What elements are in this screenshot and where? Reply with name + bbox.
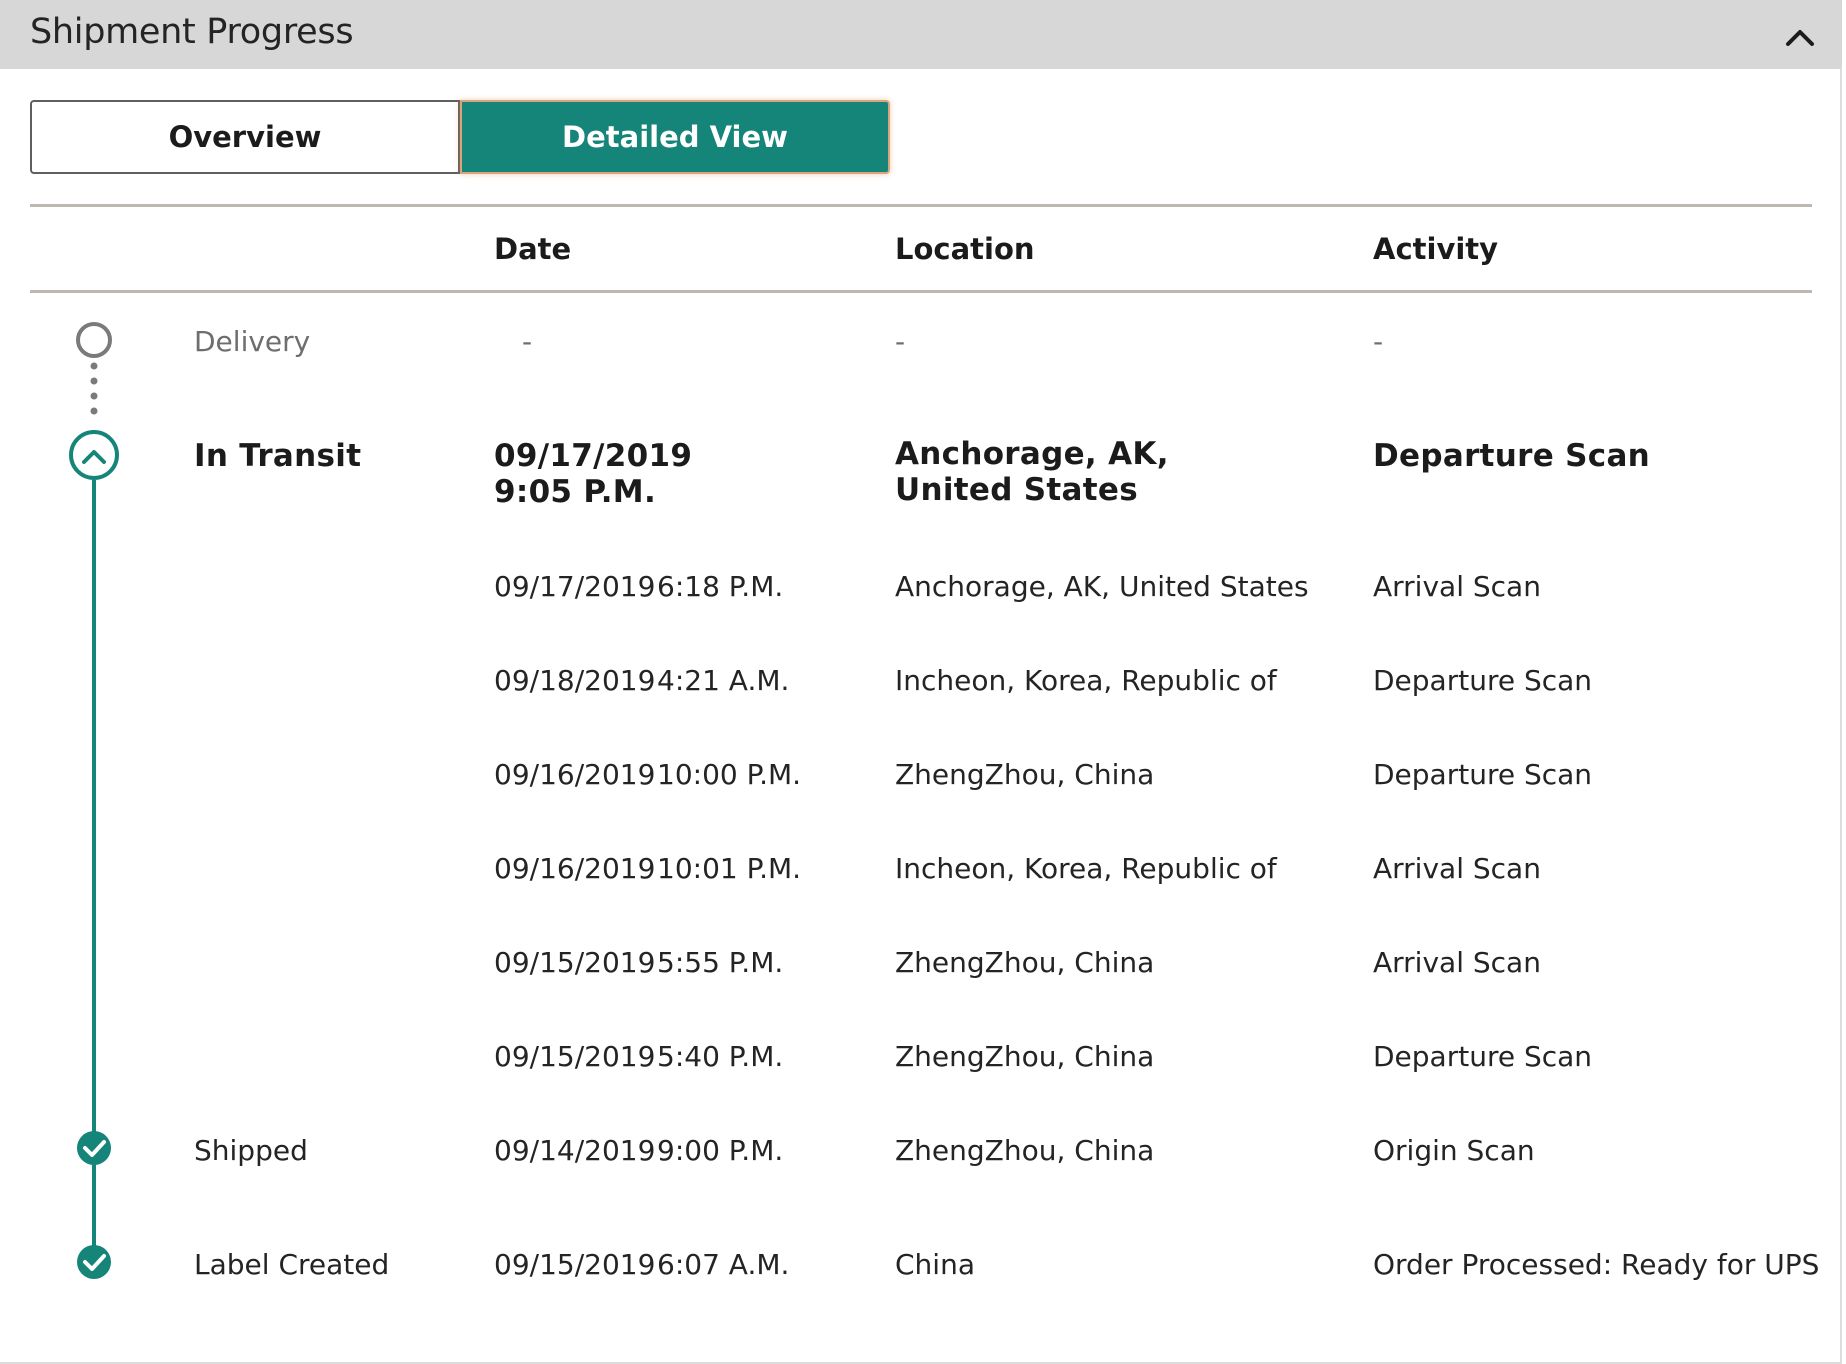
tab-detailed-view[interactable]: Detailed View — [460, 100, 890, 174]
check-circle-icon — [77, 1131, 111, 1165]
event-activity: Departure Scan — [1373, 758, 1593, 791]
event-location: Anchorage, AK, United States — [895, 570, 1309, 603]
panel-title: Shipment Progress — [30, 12, 354, 52]
shipped-time: 9:00 P.M. — [657, 1134, 784, 1167]
delivery-location: - — [895, 325, 906, 358]
event-location: ZhengZhou, China — [895, 1040, 1155, 1073]
event-date: 09/15/2019 — [494, 946, 656, 979]
in-transit-time: 9:05 P.M. — [494, 474, 657, 510]
event-time: 10:01 P.M. — [657, 852, 802, 885]
shipped-date: 09/14/2019 — [494, 1134, 656, 1167]
event-activity: Arrival Scan — [1373, 570, 1541, 603]
event-location: Incheon, Korea, Republic of — [895, 852, 1277, 885]
event-activity: Departure Scan — [1373, 1040, 1593, 1073]
table-top-divider — [30, 204, 1812, 207]
shipment-progress-panel: Shipment Progress Overview Detailed View… — [0, 0, 1842, 1364]
label-created-activity: Order Processed: Ready for UPS — [1373, 1248, 1820, 1281]
event-location: Incheon, Korea, Republic of — [895, 664, 1277, 697]
panel-header: Shipment Progress — [0, 0, 1842, 69]
event-date: 09/16/2019 — [494, 758, 656, 791]
pending-connector — [90, 362, 98, 415]
column-header-date: Date — [494, 232, 572, 266]
column-header-location: Location — [895, 232, 1035, 266]
event-location: ZhengZhou, China — [895, 758, 1155, 791]
event-date: 09/16/2019 — [494, 852, 656, 885]
chevron-up-circle-icon — [69, 430, 119, 480]
in-transit-activity: Departure Scan — [1373, 438, 1651, 474]
event-activity: Arrival Scan — [1373, 852, 1541, 885]
view-tabs: Overview Detailed View — [30, 100, 890, 174]
event-date: 09/18/2019 — [494, 664, 656, 697]
event-date: 09/17/2019 — [494, 570, 656, 603]
event-activity: Arrival Scan — [1373, 946, 1541, 979]
delivery-activity: - — [1373, 325, 1384, 358]
tab-overview[interactable]: Overview — [30, 100, 460, 174]
table-header-divider — [30, 290, 1812, 293]
event-activity: Departure Scan — [1373, 664, 1593, 697]
check-circle-icon — [77, 1245, 111, 1279]
status-label-shipped: Shipped — [194, 1134, 308, 1167]
in-transit-location: Anchorage, AK, United States — [895, 436, 1169, 508]
event-time: 10:00 P.M. — [657, 758, 802, 791]
empty-circle-icon — [76, 322, 112, 358]
event-time: 5:40 P.M. — [657, 1040, 784, 1073]
delivery-date: - — [522, 325, 533, 358]
label-created-time: 6:07 A.M. — [657, 1248, 790, 1281]
in-transit-date: 09/17/2019 — [494, 438, 693, 474]
event-time: 4:21 A.M. — [657, 664, 790, 697]
event-time: 5:55 P.M. — [657, 946, 784, 979]
status-label-label-created: Label Created — [194, 1248, 390, 1281]
shipped-activity: Origin Scan — [1373, 1134, 1535, 1167]
chevron-up-icon — [1786, 30, 1814, 46]
event-date: 09/15/2019 — [494, 1040, 656, 1073]
label-created-date: 09/15/2019 — [494, 1248, 656, 1281]
collapse-button[interactable] — [1780, 20, 1820, 52]
status-label-delivery: Delivery — [194, 325, 311, 358]
label-created-location: China — [895, 1248, 975, 1281]
shipped-location: ZhengZhou, China — [895, 1134, 1155, 1167]
status-label-in-transit: In Transit — [194, 438, 362, 474]
event-location: ZhengZhou, China — [895, 946, 1155, 979]
column-header-activity: Activity — [1373, 232, 1499, 266]
event-time: 6:18 P.M. — [657, 570, 784, 603]
